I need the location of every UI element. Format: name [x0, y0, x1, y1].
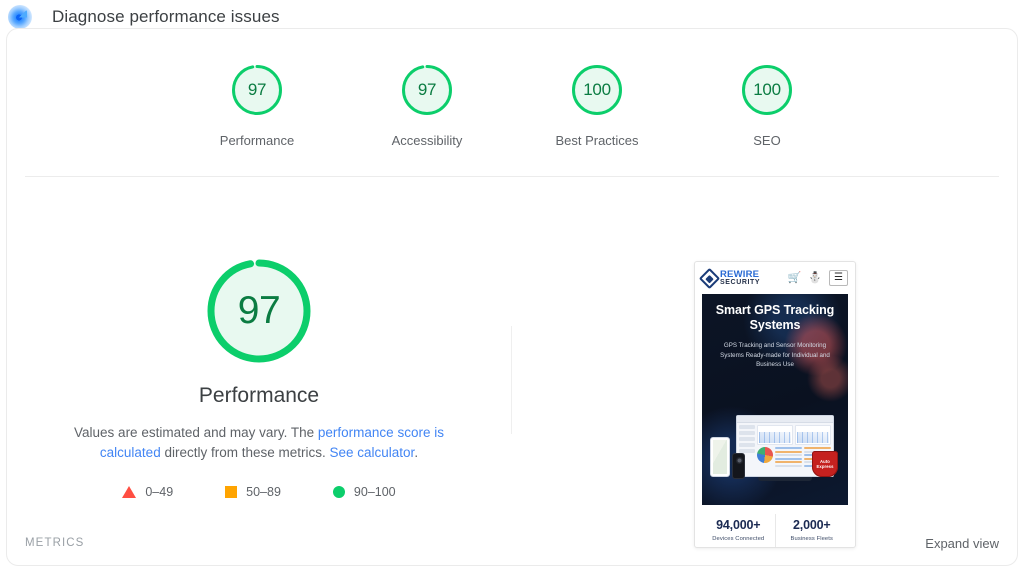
performance-score-value: 97	[237, 289, 281, 332]
square-icon	[225, 486, 238, 498]
description-text-part2: directly from these metrics.	[160, 445, 330, 460]
description-text-part1: Values are estimated and may vary. The	[74, 425, 318, 440]
score-label: SEO	[753, 133, 781, 148]
lighthouse-report-card: 97 Performance 97 Accessibility 100 Best…	[6, 28, 1018, 566]
score-value: 97	[417, 80, 437, 99]
category-score-seo[interactable]: 100 SEO	[713, 63, 821, 148]
category-score-performance[interactable]: 97 Performance	[203, 63, 311, 148]
performance-label: Performance	[198, 384, 320, 407]
score-value: 100	[753, 80, 781, 99]
score-label: Performance	[219, 133, 295, 148]
section-divider	[25, 176, 999, 177]
award-badge-label: Auto Express	[816, 459, 834, 469]
shield-logo-icon	[698, 267, 721, 289]
award-badge-icon: Auto Express	[812, 451, 838, 477]
site-logo: REWIRE SECURITY	[698, 267, 784, 289]
dashboard-topbar	[737, 416, 833, 423]
score-legend: 0–49 50–89 90–100	[122, 485, 396, 499]
lighthouse-icon	[8, 4, 32, 29]
description-text-part3: .	[414, 445, 419, 460]
legend-range: 90–100	[353, 485, 396, 499]
score-value: 97	[247, 80, 267, 99]
dashboard-chart	[757, 425, 793, 445]
score-gauge: 97	[230, 63, 284, 117]
dashboard-row	[757, 425, 831, 445]
see-calculator-link[interactable]: See calculator	[330, 445, 415, 460]
brand-line-1: REWIRE	[720, 268, 760, 280]
preview-hero-subtext: GPS Tracking and Sensor Monitoring Syste…	[720, 342, 830, 368]
legend-item-fail: 0–49	[122, 485, 173, 499]
map-phone-image	[710, 437, 730, 477]
preview-site-nav: REWIRE SECURITY 🛒 ⛄ ☰	[695, 262, 855, 294]
account-icon: ⛄	[808, 271, 823, 284]
preview-nav-icons: 🛒 ⛄ ☰	[788, 270, 848, 286]
score-gauge: 100	[740, 63, 794, 117]
dashboard-chart	[795, 425, 831, 445]
monitor-stand	[758, 477, 812, 481]
gauge-wrap: 100	[713, 63, 821, 117]
legend-range: 50–89	[246, 485, 281, 499]
hamburger-menu-icon: ☰	[829, 270, 848, 286]
score-value: 100	[583, 80, 611, 99]
category-score-strip: 97 Performance 97 Accessibility 100 Best…	[7, 29, 1017, 148]
cart-icon: 🛒	[787, 271, 802, 284]
triangle-icon	[122, 486, 137, 498]
preview-hero-artwork: Auto Express	[702, 415, 848, 499]
metrics-section-label: METRICS	[25, 537, 85, 549]
site-logo-text: REWIRE SECURITY	[720, 270, 760, 287]
score-gauge: 100	[570, 63, 624, 117]
gauge-wrap: 97	[373, 63, 481, 117]
page-title: Diagnose performance issues	[52, 6, 280, 26]
legend-item-average: 50–89	[225, 485, 281, 499]
circle-icon	[332, 486, 345, 498]
score-description: Values are estimated and may vary. The p…	[44, 423, 474, 463]
performance-score-gauge: 97	[203, 255, 315, 367]
legend-range: 0–49	[145, 485, 174, 499]
legend-item-pass: 90–100	[332, 485, 396, 499]
brand-line-2: SECURITY	[720, 279, 761, 287]
column-divider	[511, 326, 512, 434]
score-label: Accessibility	[391, 133, 463, 148]
preview-hero-heading: Smart GPS Tracking Systems	[715, 303, 835, 332]
score-gauge: 97	[400, 63, 454, 117]
dashboard-pie-chart	[757, 447, 773, 463]
preview-hero-banner: Smart GPS Tracking Systems GPS Tracking …	[702, 294, 848, 505]
category-score-best-practices[interactable]: 100 Best Practices	[543, 63, 651, 148]
dashboard-list	[775, 447, 802, 467]
card-footer: METRICS Expand view	[7, 521, 1017, 565]
gauge-wrap: 97	[203, 63, 311, 117]
performance-summary-panel: 97 Performance Values are estimated and …	[7, 189, 511, 499]
score-label: Best Practices	[555, 133, 639, 148]
page-screenshot-preview[interactable]: REWIRE SECURITY 🛒 ⛄ ☰ Smart GPS Tracking…	[694, 261, 856, 548]
category-score-accessibility[interactable]: 97 Accessibility	[373, 63, 481, 148]
gps-tracker-device-image	[732, 453, 745, 479]
expand-view-button[interactable]: Expand view	[925, 536, 999, 551]
gauge-wrap: 100	[543, 63, 651, 117]
